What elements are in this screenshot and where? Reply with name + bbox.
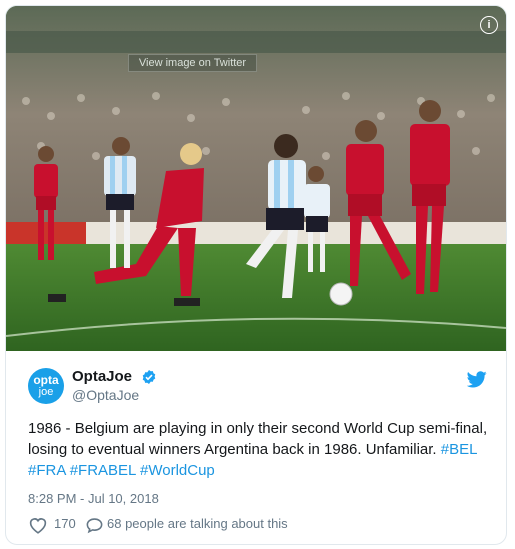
- tweet-photo[interactable]: View image on Twitter i: [6, 6, 506, 351]
- avatar-text-bottom: joe: [38, 386, 54, 398]
- hashtag-bel[interactable]: #BEL: [441, 441, 477, 458]
- view-on-twitter-overlay[interactable]: View image on Twitter: [128, 54, 257, 72]
- football: [329, 282, 353, 306]
- hashtag-worldcup[interactable]: #WorldCup: [140, 462, 215, 479]
- speech-bubble-icon: [86, 518, 103, 534]
- hashtag-frabel[interactable]: #FRABEL: [70, 462, 136, 479]
- like-count: 170: [54, 516, 76, 531]
- author-display-name[interactable]: OptaJoe: [72, 368, 132, 385]
- hashtag-fra[interactable]: #FRA: [28, 462, 66, 479]
- verified-badge-icon: [142, 370, 156, 384]
- embedded-tweet-card[interactable]: View image on Twitter i opta joe OptaJoe…: [5, 5, 507, 545]
- info-icon[interactable]: i: [480, 16, 498, 34]
- avatar-text-top: opta: [33, 373, 59, 387]
- twitter-bird-icon[interactable]: [467, 371, 487, 388]
- author-handle[interactable]: @OptaJoe: [72, 387, 139, 403]
- tweet-body: 1986 - Belgium are playing in only their…: [28, 420, 488, 458]
- conversation-count-text: 68 people are talking about this: [107, 516, 288, 531]
- avatar[interactable]: opta joe: [28, 368, 64, 404]
- tweet-text: 1986 - Belgium are playing in only their…: [28, 418, 498, 481]
- heart-icon: [29, 518, 47, 534]
- tweet-timestamp[interactable]: 8:28 PM - Jul 10, 2018: [28, 491, 159, 506]
